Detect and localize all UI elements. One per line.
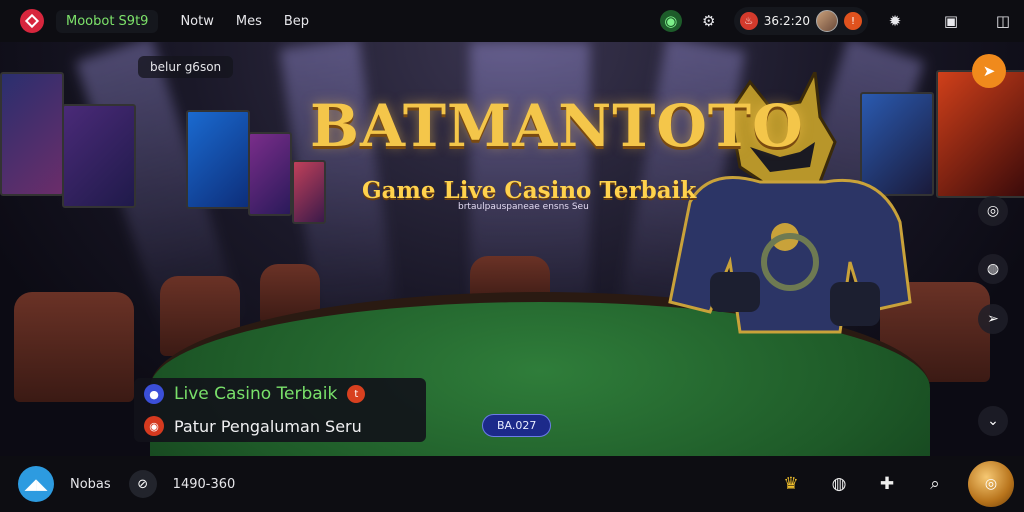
gear-icon[interactable]: ✹ <box>884 10 906 32</box>
camera-icon[interactable]: ◍ <box>826 471 852 497</box>
bag-icon[interactable]: ▣ <box>940 10 962 32</box>
chat-button[interactable]: ◎ <box>978 196 1008 226</box>
move-icon[interactable]: ✚ <box>874 471 900 497</box>
gold-coin-button[interactable]: ◎ <box>968 461 1014 507</box>
nav-item-notw[interactable]: Notw <box>180 14 213 29</box>
wall-screen <box>936 70 1024 198</box>
scroll-down-button[interactable]: ⌄ <box>978 406 1008 436</box>
nav-item-mes[interactable]: Mes <box>236 14 262 29</box>
hero-subtitle: Game Live Casino Terbaik <box>362 177 697 204</box>
hero-banner[interactable]: belur g6son BATMANTOTO Game Live Casino … <box>0 42 1024 456</box>
chip-label[interactable]: BA.027 <box>482 414 552 437</box>
bottom-text-2: 1490-360 <box>172 476 236 492</box>
promo-line-2: Patur Pengaluman Seru <box>174 416 362 436</box>
app-logo[interactable] <box>20 9 44 33</box>
trophy-icon[interactable]: ♛ <box>778 471 804 497</box>
top-bar: Moobot S9t9 Notw Mes Bep ◉ ⚙ ♨ 36:2:20 !… <box>0 0 1024 42</box>
promo-icon: ◉ <box>144 416 164 436</box>
notification-badge[interactable]: ! <box>844 12 862 30</box>
share-button[interactable]: ➤ <box>972 54 1006 88</box>
settings-icon[interactable]: ⚙ <box>698 10 720 32</box>
wallet-icon[interactable]: ⊘ <box>128 470 157 498</box>
balance-text: 36:2:20 <box>763 14 810 28</box>
live-icon: ● <box>144 384 164 404</box>
wall-screen <box>0 72 64 196</box>
bottom-text-1[interactable]: Nobas <box>70 477 111 492</box>
search-icon[interactable]: ⌕ <box>922 471 948 497</box>
hero-small-text: brtaulpauspaneae ensns Seu <box>458 202 589 212</box>
flame-icon: ♨ <box>739 12 758 30</box>
send-button[interactable]: ➢ <box>978 304 1008 334</box>
promo-tag-icon: t <box>347 385 366 403</box>
promo-card[interactable]: ● Live Casino Terbaik t ◉ Patur Pengalum… <box>134 378 426 442</box>
wall-screen <box>292 160 326 224</box>
wall-screen <box>62 104 136 208</box>
avatar[interactable] <box>816 10 838 32</box>
shield-icon[interactable]: ◉ <box>659 10 682 32</box>
nav-item-bep[interactable]: Bep <box>284 14 309 29</box>
wall-screen <box>248 132 292 216</box>
hero-title: BATMANTOTO <box>310 92 804 160</box>
wall-screen <box>186 110 250 209</box>
panel-icon[interactable]: ◫ <box>992 10 1014 32</box>
brand-chip[interactable]: Moobot S9t9 <box>56 9 159 33</box>
support-button[interactable]: ◍ <box>978 254 1008 284</box>
balance-widget[interactable]: ♨ 36:2:20 ! <box>733 7 868 35</box>
hero-label: belur g6son <box>138 56 234 78</box>
promo-line-1: Live Casino Terbaik <box>174 384 338 404</box>
bottom-bar: ◢◣ Nobas ⊘ 1490-360 ♛ ◍ ✚ ⌕ ◎ <box>0 456 1024 512</box>
home-logo-icon[interactable]: ◢◣ <box>18 466 54 502</box>
